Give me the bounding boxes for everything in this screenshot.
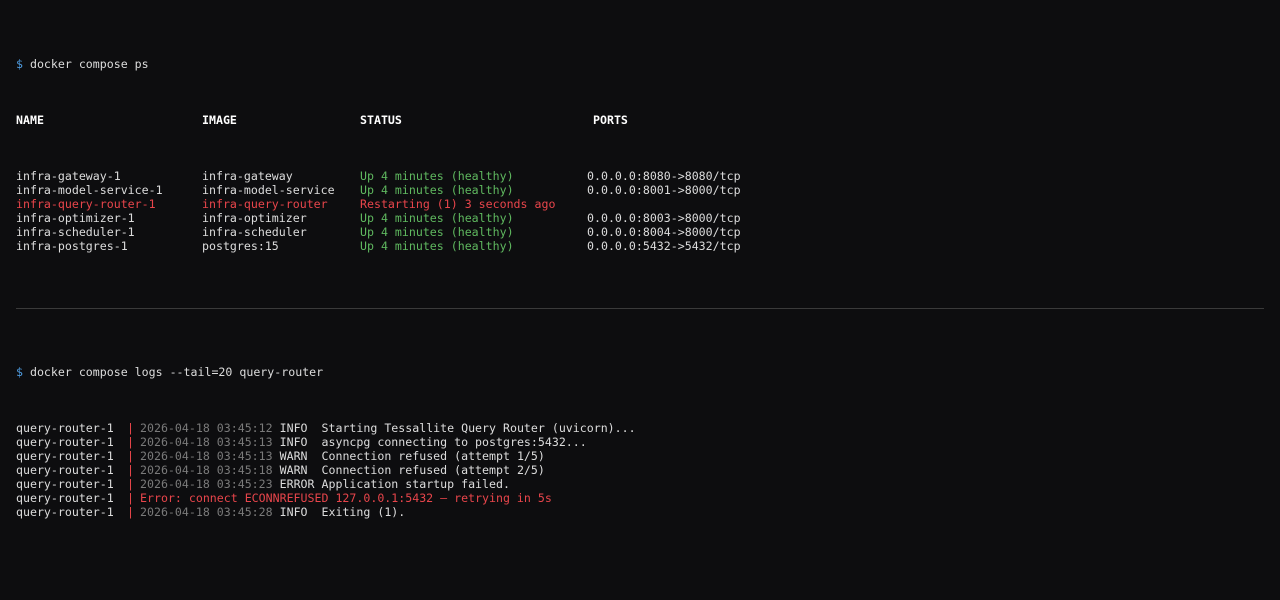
- ps-table-body: infra-gateway-1 infra-gateway Up 4 minutes…: [16, 169, 1264, 253]
- log-message: Starting Tessallite Query Router (uvicor…: [321, 421, 636, 435]
- table-row: infra-query-router-1 infra-query-router Re…: [16, 197, 1264, 211]
- log-source: query-router-1: [16, 421, 114, 435]
- table-row: infra-postgres-1 postgres:15 Up 4 minutes …: [16, 239, 1264, 253]
- container-name: infra-query-router-1: [16, 197, 156, 211]
- container-status: Up 4 minutes (healthy): [360, 239, 514, 253]
- ps-header-row: NAME IMAGE STATUS PORTS: [16, 113, 1264, 127]
- container-status: Up 4 minutes (healthy): [360, 169, 514, 183]
- prompt-symbol: $: [16, 57, 23, 71]
- container-image: infra-gateway: [202, 169, 293, 183]
- container-name: infra-model-service-1: [16, 183, 163, 197]
- log-level: INFO: [279, 505, 315, 519]
- logs-command-line: $ docker compose logs --tail=20 query-ro…: [16, 365, 1264, 379]
- log-line: query-router-1 | 2026-04-18 03:45:13 INFO …: [16, 435, 1264, 449]
- container-name: infra-scheduler-1: [16, 225, 135, 239]
- log-separator: |: [127, 421, 134, 435]
- logs-command: docker compose logs --tail=20 query-rout…: [29, 365, 324, 379]
- log-source: query-router-1: [16, 463, 114, 477]
- header-name: NAME: [16, 113, 44, 127]
- log-timestamp: 2026-04-18 03:45:12: [140, 421, 273, 435]
- prompt-symbol: $: [16, 365, 23, 379]
- container-name: infra-optimizer-1: [16, 211, 135, 225]
- log-line: query-router-1 | 2026-04-18 03:45:28 INFO …: [16, 505, 1264, 519]
- ps-command: docker compose ps: [29, 57, 149, 71]
- container-image: infra-scheduler: [202, 225, 307, 239]
- container-name: infra-gateway-1: [16, 169, 121, 183]
- log-separator: |: [127, 435, 134, 449]
- header-ports: PORTS: [593, 113, 628, 127]
- log-error-message: Error: connect ECONNREFUSED 127.0.0.1:54…: [140, 491, 552, 505]
- container-ports: 0.0.0.0:8004->8000/tcp: [587, 225, 741, 239]
- container-image: postgres:15: [202, 239, 279, 253]
- log-level: INFO: [279, 435, 315, 449]
- log-message: Connection refused (attempt 1/5): [321, 449, 545, 463]
- log-line: query-router-1 | Error: connect ECONNREFUS…: [16, 491, 1264, 505]
- log-separator: |: [127, 491, 134, 505]
- container-ports: 0.0.0.0:8003->8000/tcp: [587, 211, 741, 225]
- log-source: query-router-1: [16, 477, 114, 491]
- log-timestamp: 2026-04-18 03:45:18: [140, 463, 273, 477]
- container-ports: 0.0.0.0:8080->8080/tcp: [587, 169, 741, 183]
- log-body: 2026-04-18 03:45:13 INFO asyncpg connect…: [140, 435, 587, 449]
- log-output: query-router-1 | 2026-04-18 03:45:12 INFO …: [16, 421, 1264, 519]
- log-source: query-router-1: [16, 491, 114, 505]
- log-line: query-router-1 | 2026-04-18 03:45:13 WARN …: [16, 449, 1264, 463]
- container-ports: 0.0.0.0:8001->8000/tcp: [587, 183, 741, 197]
- container-name: infra-postgres-1: [16, 239, 128, 253]
- log-level: WARN: [279, 463, 315, 477]
- log-body: 2026-04-18 03:45:23 ERROR Application st…: [140, 477, 510, 491]
- log-message: Connection refused (attempt 2/5): [321, 463, 545, 477]
- log-source: query-router-1: [16, 435, 114, 449]
- container-image: infra-query-router: [202, 197, 328, 211]
- log-level: ERROR: [279, 477, 315, 491]
- container-status: Restarting (1) 3 seconds ago: [360, 197, 556, 211]
- ps-command-line: $ docker compose ps: [16, 57, 1264, 71]
- container-image: infra-model-service: [202, 183, 335, 197]
- log-timestamp: 2026-04-18 03:45:13: [140, 435, 273, 449]
- log-body: Error: connect ECONNREFUSED 127.0.0.1:54…: [140, 491, 552, 505]
- log-timestamp: 2026-04-18 03:45:28: [140, 505, 273, 519]
- header-status: STATUS: [360, 113, 402, 127]
- log-body: 2026-04-18 03:45:18 WARN Connection refu…: [140, 463, 545, 477]
- log-message: asyncpg connecting to postgres:5432...: [321, 435, 587, 449]
- log-separator: |: [127, 505, 134, 519]
- container-image: infra-optimizer: [202, 211, 307, 225]
- log-line: query-router-1 | 2026-04-18 03:45:23 ERROR…: [16, 477, 1264, 491]
- container-ports: 0.0.0.0:5432->5432/tcp: [587, 239, 741, 253]
- log-level: INFO: [279, 421, 315, 435]
- log-source: query-router-1: [16, 449, 114, 463]
- terminal[interactable]: $ docker compose ps NAME IMAGE STATUS PO…: [16, 15, 1264, 547]
- log-message: Exiting (1).: [321, 505, 406, 519]
- table-row: infra-model-service-1 infra-model-service…: [16, 183, 1264, 197]
- divider: [16, 308, 1264, 309]
- log-timestamp: 2026-04-18 03:45:23: [140, 477, 273, 491]
- container-status: Up 4 minutes (healthy): [360, 211, 514, 225]
- log-body: 2026-04-18 03:45:28 INFO Exiting (1).: [140, 505, 405, 519]
- log-line: query-router-1 | 2026-04-18 03:45:18 WARN …: [16, 463, 1264, 477]
- log-separator: |: [127, 463, 134, 477]
- table-row: infra-scheduler-1 infra-scheduler Up 4 min…: [16, 225, 1264, 239]
- table-row: infra-optimizer-1 infra-optimizer Up 4 min…: [16, 211, 1264, 225]
- log-separator: |: [127, 477, 134, 491]
- log-body: 2026-04-18 03:45:13 WARN Connection refu…: [140, 449, 545, 463]
- log-level: WARN: [279, 449, 315, 463]
- container-status: Up 4 minutes (healthy): [360, 225, 514, 239]
- table-row: infra-gateway-1 infra-gateway Up 4 minutes…: [16, 169, 1264, 183]
- log-timestamp: 2026-04-18 03:45:13: [140, 449, 273, 463]
- log-message: Application startup failed.: [321, 477, 510, 491]
- log-source: query-router-1: [16, 505, 114, 519]
- header-image: IMAGE: [202, 113, 237, 127]
- log-body: 2026-04-18 03:45:12 INFO Starting Tessal…: [140, 421, 636, 435]
- log-line: query-router-1 | 2026-04-18 03:45:12 INFO …: [16, 421, 1264, 435]
- container-status: Up 4 minutes (healthy): [360, 183, 514, 197]
- log-separator: |: [127, 449, 134, 463]
